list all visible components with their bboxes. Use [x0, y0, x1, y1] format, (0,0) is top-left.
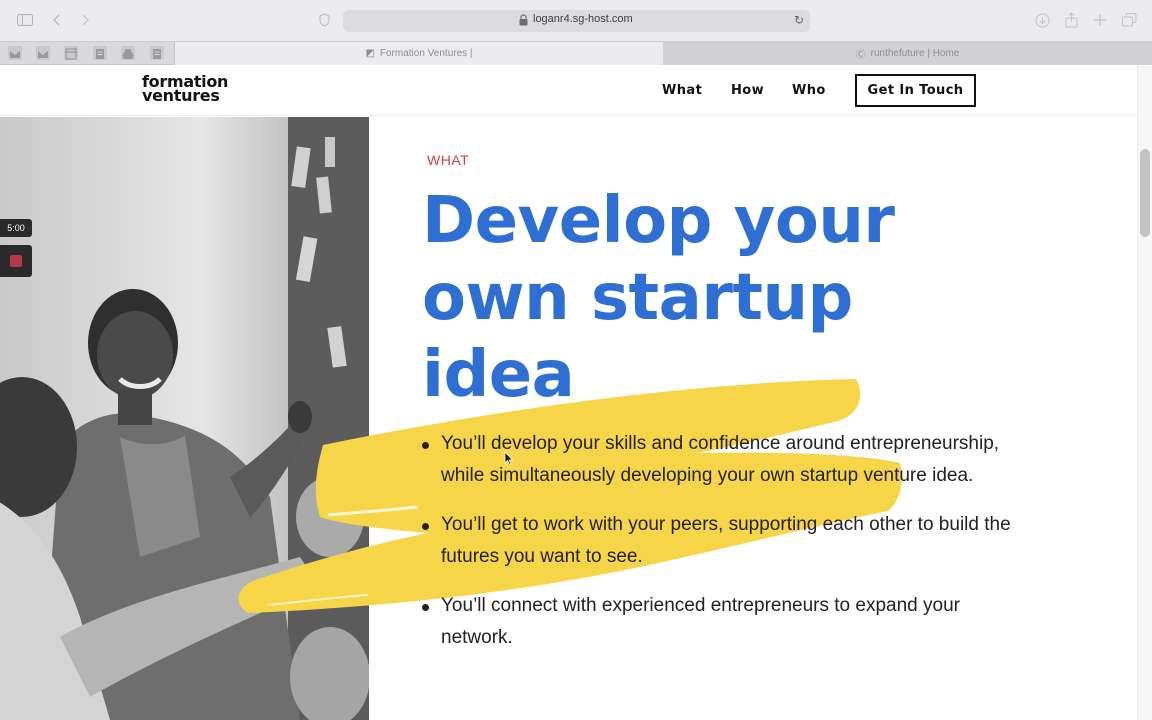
site-logo[interactable]: formation ventures: [142, 74, 228, 105]
tab-label: runthefuture | Home: [870, 48, 960, 59]
drive-bookmark-icon[interactable]: [121, 46, 135, 60]
formation-favicon-icon: ◩: [365, 48, 375, 59]
privacy-shield-icon[interactable]: [319, 13, 330, 27]
tab-label: Formation Ventures |: [379, 48, 473, 59]
lock-icon: [519, 14, 528, 26]
downloads-icon[interactable]: [1035, 13, 1050, 28]
logo-line-2: ventures: [142, 86, 220, 105]
scrollbar-thumb[interactable]: [1140, 149, 1150, 237]
sidebar-toggle-icon[interactable]: [17, 14, 33, 26]
forward-icon[interactable]: [81, 14, 89, 26]
tab-overview-icon[interactable]: [1122, 13, 1137, 27]
share-icon[interactable]: [1065, 12, 1078, 28]
mouse-cursor-icon: [504, 451, 514, 465]
nav-who[interactable]: Who: [792, 83, 826, 98]
browser-toolbar: loganr4.sg-host.com ↻: [0, 0, 1152, 41]
generic-favicon-icon: Ⓒ: [855, 50, 866, 61]
site-header: formation ventures What How Who Get In T…: [0, 65, 1137, 116]
headline-line-1: Develop your: [422, 184, 895, 258]
nav-how[interactable]: How: [731, 83, 764, 98]
docs-bookmark-icon[interactable]: [150, 46, 164, 60]
list-item: You’ll get to work with your peers, supp…: [420, 509, 1020, 573]
recording-timer: 5:00: [0, 219, 32, 237]
stop-recording-button[interactable]: [0, 245, 32, 277]
back-icon[interactable]: [53, 14, 61, 26]
tab-formation-ventures[interactable]: ◩ Formation Ventures |: [175, 42, 663, 65]
tab-runthefuture[interactable]: Ⓒ runthefuture | Home: [663, 42, 1152, 65]
web-page: formation ventures What How Who Get In T…: [0, 65, 1152, 720]
new-tab-icon[interactable]: [1094, 14, 1106, 26]
gmail-bookmark-icon[interactable]: [8, 46, 22, 60]
url-text: loganr4.sg-host.com: [533, 13, 633, 25]
section-eyebrow: WHAT: [427, 152, 470, 168]
stop-icon: [10, 255, 22, 267]
headline-line-2: own startup: [422, 261, 853, 335]
tab-bar: ◩ Formation Ventures | Ⓒ runthefuture | …: [0, 41, 1152, 65]
calendar-bookmark-icon[interactable]: [64, 46, 78, 60]
docs-bookmark-icon[interactable]: [93, 46, 107, 60]
list-item: You’ll connect with experienced entrepre…: [420, 590, 1020, 654]
nav-what[interactable]: What: [662, 83, 702, 98]
address-bar[interactable]: loganr4.sg-host.com ↻: [343, 10, 810, 32]
gmail-bookmark-icon[interactable]: [36, 46, 50, 60]
get-in-touch-button[interactable]: Get In Touch: [855, 74, 976, 107]
reload-icon[interactable]: ↻: [794, 13, 804, 27]
